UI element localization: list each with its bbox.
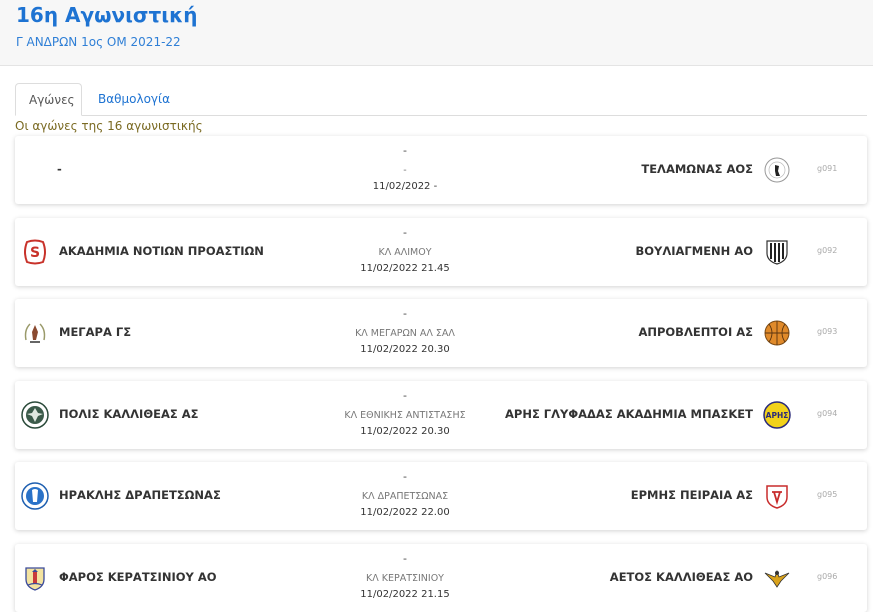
svg-text:S: S: [30, 245, 40, 261]
game-score: -: [403, 470, 407, 483]
iraklis-logo-icon: [21, 482, 49, 510]
s-logo-icon: S: [21, 238, 49, 266]
game-code: g094: [817, 409, 838, 418]
away-team-name: ΒΟΥΛΙΑΓΜΕΝΗ ΑΟ: [635, 244, 753, 258]
striped-shield-logo-icon: [763, 238, 791, 266]
tab-standings[interactable]: Βαθμολογία: [85, 83, 183, 116]
game-card[interactable]: ΗΡΑΚΛΗΣ ΔΡΑΠΕΤΣΩΝΑΣ - ΚΛ ΔΡΑΠΕΤΣΩΝΑΣ 11/…: [15, 462, 867, 530]
home-team-name: ΦΑΡΟΣ ΚΕΡΑΤΣΙΝΙΟΥ ΑΟ: [59, 570, 217, 584]
game-code: g096: [817, 572, 838, 581]
game-datetime: 11/02/2022 20.30: [360, 344, 450, 355]
game-score: -: [403, 307, 407, 320]
game-venue: -: [403, 165, 407, 176]
game-venue: ΚΛ ΑΛΙΜΟΥ: [378, 247, 432, 258]
home-team-name: ΜΕΓΑΡΑ ΓΣ: [59, 325, 132, 339]
game-card[interactable]: ΠΟΛΙΣ ΚΑΛΛΙΘΕΑΣ ΑΣ - ΚΛ ΕΘΝΙΚΗΣ ΑΝΤΙΣΤΑΣ…: [15, 381, 867, 449]
megara-logo-icon: [21, 319, 49, 347]
game-score: -: [403, 226, 407, 239]
svg-text:ΑΡΗΣ: ΑΡΗΣ: [766, 411, 789, 420]
game-card[interactable]: S ΑΚΑΔΗΜΙΑ ΝΟΤΙΩΝ ΠΡΟΑΣΤΙΩΝ - ΚΛ ΑΛΙΜΟΥ …: [15, 218, 867, 286]
game-venue: ΚΛ ΜΕΓΑΡΩΝ ΑΛ ΣΑΛ: [355, 328, 455, 339]
away-team-name: ΑΕΤΟΣ ΚΑΛΛΙΘΕΑΣ ΑΟ: [609, 570, 753, 584]
game-score: -: [403, 552, 407, 565]
game-code: g091: [817, 164, 838, 173]
game-card[interactable]: ΜΕΓΑΡΑ ΓΣ - ΚΛ ΜΕΓΑΡΩΝ ΑΛ ΣΑΛ 11/02/2022…: [15, 299, 867, 367]
game-datetime: 11/02/2022 -: [372, 181, 438, 192]
tab-bar: Αγώνες Βαθμολογία: [15, 83, 867, 116]
game-venue: ΚΛ ΚΕΡΑΤΣΙΝΙΟΥ: [365, 573, 444, 584]
home-team-name: ΗΡΑΚΛΗΣ ΔΡΑΠΕΤΣΩΝΑΣ: [59, 488, 221, 502]
game-datetime: 11/02/2022 21.45: [360, 263, 450, 274]
game-datetime: 11/02/2022 22.00: [360, 507, 450, 518]
home-team-name: -: [57, 162, 62, 176]
away-team-name: ΑΡΗΣ ΓΛΥΦΑΔΑΣ ΑΚΑΔΗΜΙΑ ΜΠΑΣΚΕΤ: [504, 407, 753, 421]
polis-logo-icon: [21, 401, 49, 429]
game-datetime: 11/02/2022 20.30: [360, 426, 450, 437]
faros-logo-icon: [21, 564, 49, 592]
league-subtitle: Γ ΑΝΔΡΩΝ 1ος ΟΜ 2021-22: [16, 35, 181, 49]
game-code: g095: [817, 490, 838, 499]
basketball-logo-icon: [763, 319, 791, 347]
games-intro-text: Οι αγώνες της 16 αγωνιστικής: [15, 119, 203, 133]
away-team-name: ΤΕΛΑΜΩΝΑΣ ΑΟΣ: [641, 162, 753, 176]
game-score: -: [403, 144, 407, 157]
game-score: -: [403, 389, 407, 402]
away-team-name: ΑΠΡΟΒΛΕΠΤΟΙ ΑΣ: [638, 325, 753, 339]
game-card[interactable]: ΦΑΡΟΣ ΚΕΡΑΤΣΙΝΙΟΥ ΑΟ - ΚΛ ΚΕΡΑΤΣΙΝΙΟΥ 11…: [15, 544, 867, 612]
home-team-name: ΑΚΑΔΗΜΙΑ ΝΟΤΙΩΝ ΠΡΟΑΣΤΙΩΝ: [59, 244, 264, 258]
home-team-name: ΠΟΛΙΣ ΚΑΛΛΙΘΕΑΣ ΑΣ: [59, 407, 199, 421]
aetos-logo-icon: [763, 564, 791, 592]
game-venue: ΚΛ ΕΘΝΙΚΗΣ ΑΝΤΙΣΤΑΣΗΣ: [344, 410, 466, 421]
telamonas-logo-icon: [763, 156, 791, 184]
game-code: g092: [817, 246, 838, 255]
away-team-name: ΕΡΜΗΣ ΠΕΙΡΑΙΑ ΑΣ: [630, 488, 753, 502]
game-venue: ΚΛ ΔΡΑΠΕΤΣΩΝΑΣ: [361, 491, 449, 502]
game-card[interactable]: - - - 11/02/2022 - ΤΕΛΑΜΩΝΑΣ ΑΟΣ g091: [15, 136, 867, 204]
page-header: 16η Αγωνιστική Γ ΑΝΔΡΩΝ 1ος ΟΜ 2021-22: [0, 0, 873, 66]
tab-games[interactable]: Αγώνες: [15, 83, 82, 116]
game-datetime: 11/02/2022 21.15: [360, 589, 450, 600]
ermis-logo-icon: [763, 482, 791, 510]
page-title: 16η Αγωνιστική: [16, 3, 198, 27]
game-code: g093: [817, 327, 838, 336]
aris-logo-icon: ΑΡΗΣ: [763, 401, 791, 429]
